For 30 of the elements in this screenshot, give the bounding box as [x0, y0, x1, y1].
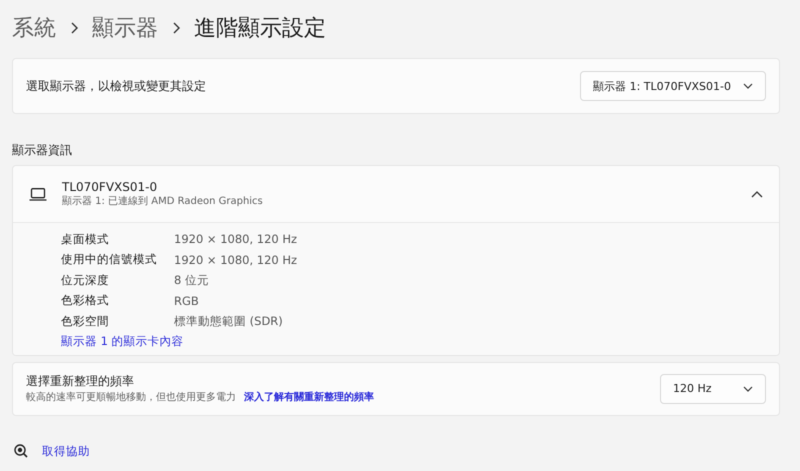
info-value: 8 位元 — [174, 272, 209, 288]
refresh-rate-label: 選擇重新整理的頻率 — [26, 373, 135, 390]
info-value: RGB — [174, 294, 199, 308]
chevron-icon[interactable] — [751, 190, 763, 198]
refresh-rate-description: 較高的速率可更順暢地移動，但也使用更多電力 — [26, 390, 236, 404]
select-display-label: 選取顯示器，以檢視或變更其設定 — [26, 78, 206, 94]
info-value: 標準動態範圍 (SDR) — [174, 314, 283, 329]
get-help-link[interactable]: 取得協助 — [42, 444, 90, 458]
section-heading: 顯示器資訊 — [12, 142, 73, 159]
info-label: 色彩格式 — [61, 293, 110, 308]
chevron-down-icon — [743, 83, 753, 89]
display-connection: 顯示器 1: 已連線到 AMD Radeon Graphics — [62, 194, 264, 208]
info-label: 色彩空間 — [61, 314, 110, 329]
breadcrumb-item: 進階顯示設定 — [194, 15, 326, 43]
adapter-properties-link[interactable]: 顯示器 1 的顯示卡內容 — [61, 334, 779, 348]
info-label: 使用中的信號模式 — [61, 252, 158, 268]
learn-more-link[interactable]: 深入了解有關重新整理的頻率 — [244, 390, 374, 404]
info-value: 1920 × 1080, 120 Hz — [174, 232, 298, 246]
breadcrumb-item[interactable]: 顯示器 — [92, 13, 158, 43]
info-label: 位元深度 — [61, 272, 110, 288]
display-dropdown[interactable]: 顯示器 1: TL070FVXS01-0 — [580, 71, 766, 101]
laptop-icon — [29, 188, 47, 200]
chevron-right-icon — [172, 22, 180, 34]
info-label: 桌面模式 — [61, 232, 110, 247]
info-value: 1920 × 1080, 120 Hz — [174, 252, 298, 267]
refresh-rate-dropdown[interactable]: 120 Hz — [660, 374, 766, 404]
display-name: TL070FVXS01-0 — [62, 180, 158, 194]
breadcrumb-item[interactable]: 系統 — [12, 13, 56, 43]
chevron-right-icon — [70, 22, 78, 34]
chevron-down-icon — [743, 386, 753, 392]
